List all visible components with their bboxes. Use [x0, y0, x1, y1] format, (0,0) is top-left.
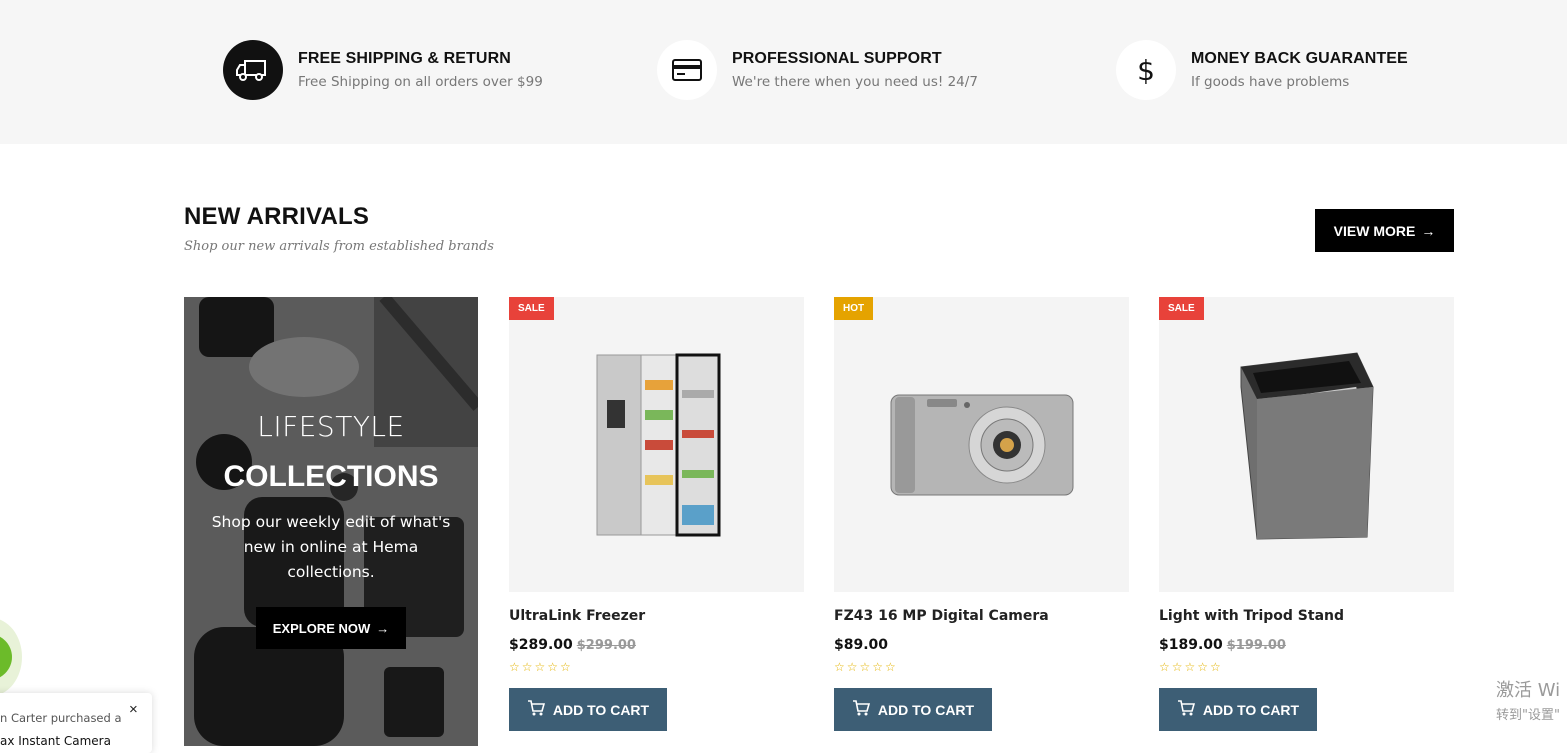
- freezer-image: [596, 353, 720, 536]
- product-card: SALE Light with Tripod Stand $189.00 $199…: [1159, 297, 1454, 731]
- feature-support: PROFESSIONAL SUPPORT We're there when yo…: [657, 40, 978, 100]
- sale-badge: SALE: [509, 297, 554, 320]
- cart-icon: [852, 700, 870, 719]
- floating-action-button[interactable]: [0, 618, 22, 696]
- features-bar: FREE SHIPPING & RETURN Free Shipping on …: [0, 0, 1567, 144]
- section-title: NEW ARRIVALS: [184, 203, 370, 230]
- product-card: HOT FZ43 16 MP Digital Camera $89.00 ☆☆☆…: [834, 297, 1129, 731]
- notification-text: n Carter purchased a: [0, 711, 122, 725]
- dollar-icon: $: [1116, 40, 1176, 100]
- product-name[interactable]: UltraLink Freezer: [509, 608, 804, 624]
- cart-icon: [1177, 700, 1195, 719]
- section-subtitle: Shop our new arrivals from established b…: [184, 239, 494, 254]
- floating-action-icon: [0, 634, 12, 680]
- rating-stars: ☆☆☆☆☆: [1159, 660, 1223, 674]
- feature-money-back: $ MONEY BACK GUARANTEE If goods have pro…: [1116, 40, 1408, 100]
- feature-free-shipping: FREE SHIPPING & RETURN Free Shipping on …: [223, 40, 543, 100]
- rating-stars: ☆☆☆☆☆: [834, 660, 898, 674]
- watermark-line1: 激活 Wi: [1496, 680, 1561, 701]
- view-more-label: VIEW MORE: [1333, 222, 1416, 239]
- view-more-button[interactable]: VIEW MORE →: [1315, 209, 1454, 252]
- add-to-cart-label: ADD TO CART: [552, 701, 650, 718]
- banner-description: Shop our weekly edit of what's new in on…: [211, 513, 451, 581]
- credit-card-icon: [657, 40, 717, 100]
- product-price: $89.00: [834, 637, 1129, 653]
- product-image[interactable]: HOT: [834, 297, 1129, 592]
- sale-badge: SALE: [1159, 297, 1204, 320]
- add-to-cart-button[interactable]: ADD TO CART: [509, 688, 667, 731]
- purchase-notification[interactable]: n Carter purchased a ax Instant Camera ×: [0, 693, 152, 753]
- close-icon[interactable]: ×: [129, 701, 138, 718]
- banner-heading-light: LIFESTYLE: [257, 410, 405, 443]
- add-to-cart-button[interactable]: ADD TO CART: [834, 688, 992, 731]
- product-name[interactable]: Light with Tripod Stand: [1159, 608, 1454, 624]
- banner-heading-bold: COLLECTIONS: [223, 460, 439, 493]
- product-image[interactable]: SALE: [1159, 297, 1454, 592]
- feature-subtitle: We're there when you need us! 24/7: [732, 74, 978, 90]
- washing-machine-image: [1240, 352, 1374, 540]
- add-to-cart-button[interactable]: ADD TO CART: [1159, 688, 1317, 731]
- cart-icon: [527, 700, 545, 719]
- current-price: $289.00: [509, 637, 573, 653]
- product-image[interactable]: SALE: [509, 297, 804, 592]
- add-to-cart-label: ADD TO CART: [877, 701, 975, 718]
- feature-title: FREE SHIPPING & RETURN: [298, 50, 511, 67]
- current-price: $89.00: [834, 637, 889, 653]
- arrow-right-icon: →: [376, 620, 390, 636]
- truck-icon: [223, 40, 283, 100]
- feature-title: MONEY BACK GUARANTEE: [1191, 50, 1408, 67]
- camera-image: [890, 394, 1073, 496]
- product-price: $289.00 $299.00: [509, 637, 804, 653]
- rating-stars: ☆☆☆☆☆: [509, 660, 573, 674]
- product-price: $189.00 $199.00: [1159, 637, 1454, 653]
- explore-now-label: EXPLORE NOW: [272, 620, 371, 636]
- current-price: $189.00: [1159, 637, 1223, 653]
- product-card: SALE UltraLink Freezer $289.00 $299.00 ☆☆…: [509, 297, 804, 731]
- lifestyle-banner: LIFESTYLE COLLECTIONS Shop our weekly ed…: [184, 297, 478, 746]
- old-price: $199.00: [1226, 638, 1286, 653]
- feature-subtitle: If goods have problems: [1191, 74, 1350, 90]
- explore-now-button[interactable]: EXPLORE NOW →: [256, 607, 406, 649]
- add-to-cart-label: ADD TO CART: [1202, 701, 1300, 718]
- arrow-right-icon: →: [1421, 222, 1436, 239]
- feature-title: PROFESSIONAL SUPPORT: [732, 50, 942, 67]
- feature-subtitle: Free Shipping on all orders over $99: [298, 74, 543, 90]
- old-price: $299.00: [576, 638, 636, 653]
- activation-watermark: 激活 Wi 转到"设置": [1496, 676, 1560, 723]
- hot-badge: HOT: [834, 297, 874, 320]
- watermark-line2: 转到"设置": [1496, 708, 1560, 723]
- product-name[interactable]: FZ43 16 MP Digital Camera: [834, 608, 1129, 624]
